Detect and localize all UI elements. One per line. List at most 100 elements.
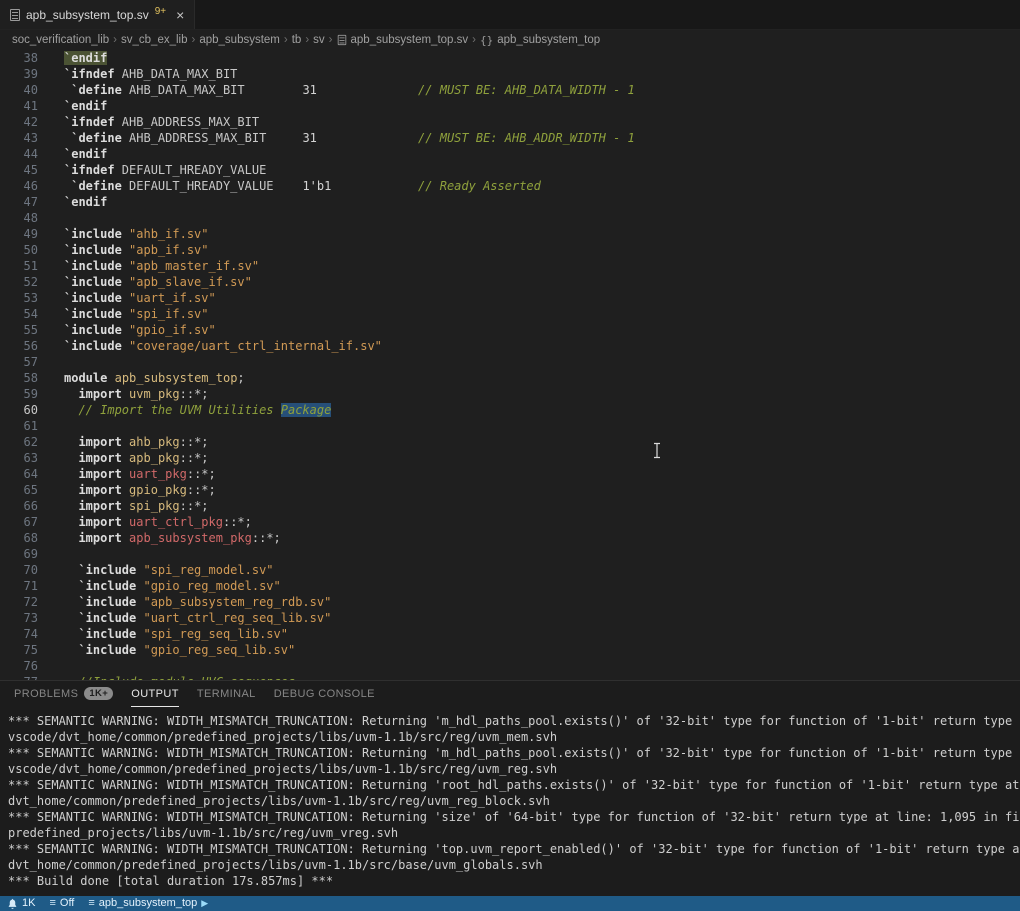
- tab-output[interactable]: OUTPUT: [131, 681, 179, 707]
- code-line[interactable]: 51`include "apb_master_if.sv": [0, 258, 1020, 274]
- code-line[interactable]: 41`endif: [0, 98, 1020, 114]
- line-number: 63: [0, 450, 38, 466]
- code-line[interactable]: 65 import gpio_pkg::*;: [0, 482, 1020, 498]
- code-line[interactable]: 64 import uart_pkg::*;: [0, 466, 1020, 482]
- code-line[interactable]: 49`include "ahb_if.sv": [0, 226, 1020, 242]
- breadcrumb-item[interactable]: sv_cb_ex_lib: [119, 34, 189, 46]
- code-line[interactable]: 68 import apb_subsystem_pkg::*;: [0, 530, 1020, 546]
- status-run-config-label: apb_subsystem_top: [99, 896, 197, 911]
- list-icon: ≡: [88, 896, 94, 911]
- breadcrumb-separator-icon: [303, 34, 311, 46]
- tab-debug-console[interactable]: DEBUG CONSOLE: [274, 681, 375, 707]
- breadcrumb-file-label: apb_subsystem_top.sv: [351, 34, 469, 46]
- breadcrumb-item[interactable]: tb: [290, 34, 304, 46]
- close-icon[interactable]: ×: [176, 8, 184, 22]
- code-line[interactable]: 69: [0, 546, 1020, 562]
- output-log[interactable]: *** SEMANTIC WARNING: WIDTH_MISMATCH_TRU…: [0, 707, 1020, 889]
- code-line[interactable]: 46 `define DEFAULT_HREADY_VALUE 1'b1 // …: [0, 178, 1020, 194]
- breadcrumb-item-symbol[interactable]: {} apb_subsystem_top: [478, 34, 602, 47]
- tab-terminal[interactable]: TERMINAL: [197, 681, 256, 707]
- code-line[interactable]: 61: [0, 418, 1020, 434]
- tab-apb-subsystem-top[interactable]: apb_subsystem_top.sv 9+ ×: [0, 0, 195, 29]
- status-notifications[interactable]: 1K: [0, 896, 42, 911]
- line-number: 45: [0, 162, 38, 178]
- tab-debug-console-label: DEBUG CONSOLE: [274, 688, 375, 700]
- menu-icon: ≡: [49, 896, 55, 911]
- code-line[interactable]: 54`include "spi_if.sv": [0, 306, 1020, 322]
- line-number: 65: [0, 482, 38, 498]
- breadcrumb-separator-icon: [111, 34, 119, 46]
- code-line[interactable]: 59 import uvm_pkg::*;: [0, 386, 1020, 402]
- code-line[interactable]: 44`endif: [0, 146, 1020, 162]
- output-line: *** SEMANTIC WARNING: WIDTH_MISMATCH_TRU…: [8, 777, 1020, 793]
- breadcrumb-item[interactable]: apb_subsystem: [197, 34, 282, 46]
- code-line[interactable]: 45`ifndef DEFAULT_HREADY_VALUE: [0, 162, 1020, 178]
- code-line[interactable]: 72 `include "apb_subsystem_reg_rdb.sv": [0, 594, 1020, 610]
- line-number: 41: [0, 98, 38, 114]
- line-number: 53: [0, 290, 38, 306]
- status-notifications-count: 1K: [22, 896, 35, 911]
- code-line[interactable]: 40 `define AHB_DATA_MAX_BIT 31 // MUST B…: [0, 82, 1020, 98]
- status-build-toggle[interactable]: ≡ Off: [42, 896, 81, 911]
- code-line[interactable]: 73 `include "uart_ctrl_reg_seq_lib.sv": [0, 610, 1020, 626]
- line-number: 72: [0, 594, 38, 610]
- code-line[interactable]: 71 `include "gpio_reg_model.sv": [0, 578, 1020, 594]
- code-line[interactable]: 55`include "gpio_if.sv": [0, 322, 1020, 338]
- code-line[interactable]: 39`ifndef AHB_DATA_MAX_BIT: [0, 66, 1020, 82]
- play-icon: ▶: [201, 896, 208, 911]
- line-number: 62: [0, 434, 38, 450]
- code-line[interactable]: 70 `include "spi_reg_model.sv": [0, 562, 1020, 578]
- line-number: 58: [0, 370, 38, 386]
- code-line[interactable]: 52`include "apb_slave_if.sv": [0, 274, 1020, 290]
- code-line[interactable]: 38`endif: [0, 50, 1020, 66]
- status-run-config[interactable]: ≡ apb_subsystem_top ▶: [81, 896, 215, 911]
- tab-terminal-label: TERMINAL: [197, 688, 256, 700]
- code-line[interactable]: 76: [0, 658, 1020, 674]
- line-number: 57: [0, 354, 38, 370]
- code-line[interactable]: 42`ifndef AHB_ADDRESS_MAX_BIT: [0, 114, 1020, 130]
- code-line[interactable]: 50`include "apb_if.sv": [0, 242, 1020, 258]
- line-number: 46: [0, 178, 38, 194]
- breadcrumb-item[interactable]: sv: [311, 34, 327, 46]
- tab-output-label: OUTPUT: [131, 688, 179, 700]
- code-line[interactable]: 75 `include "gpio_reg_seq_lib.sv": [0, 642, 1020, 658]
- line-number: 40: [0, 82, 38, 98]
- code-line[interactable]: 56`include "coverage/uart_ctrl_internal_…: [0, 338, 1020, 354]
- output-line: vscode/dvt_home/common/predefined_projec…: [8, 729, 1020, 745]
- line-number: 69: [0, 546, 38, 562]
- tab-problems[interactable]: PROBLEMS 1K+: [14, 681, 113, 707]
- code-line[interactable]: 67 import uart_ctrl_pkg::*;: [0, 514, 1020, 530]
- breadcrumb-symbol-label: apb_subsystem_top: [497, 34, 600, 46]
- line-number: 75: [0, 642, 38, 658]
- output-line: *** Build done [total duration 17s.857ms…: [8, 873, 1020, 889]
- output-line: vscode/dvt_home/common/predefined_projec…: [8, 761, 1020, 777]
- status-build-toggle-label: Off: [60, 896, 74, 911]
- line-number: 48: [0, 210, 38, 226]
- code-line[interactable]: 77 //Include module UVC sequences: [0, 674, 1020, 680]
- code-line[interactable]: 62 import ahb_pkg::*;: [0, 434, 1020, 450]
- code-line[interactable]: 48: [0, 210, 1020, 226]
- line-number: 56: [0, 338, 38, 354]
- breadcrumb-item[interactable]: soc_verification_lib: [10, 34, 111, 46]
- code-line[interactable]: 53`include "uart_if.sv": [0, 290, 1020, 306]
- output-line: *** SEMANTIC WARNING: WIDTH_MISMATCH_TRU…: [8, 809, 1020, 825]
- line-number: 61: [0, 418, 38, 434]
- line-number: 55: [0, 322, 38, 338]
- line-number: 74: [0, 626, 38, 642]
- code-line[interactable]: 74 `include "spi_reg_seq_lib.sv": [0, 626, 1020, 642]
- tab-problems-label: PROBLEMS: [14, 688, 78, 700]
- breadcrumb-item-file[interactable]: apb_subsystem_top.sv: [335, 34, 471, 46]
- code-line[interactable]: 47`endif: [0, 194, 1020, 210]
- code-line[interactable]: 66 import spi_pkg::*;: [0, 498, 1020, 514]
- line-number: 71: [0, 578, 38, 594]
- line-number: 47: [0, 194, 38, 210]
- panel-tab-bar: PROBLEMS 1K+ OUTPUT TERMINAL DEBUG CONSO…: [0, 681, 1020, 707]
- code-line[interactable]: 63 import apb_pkg::*;: [0, 450, 1020, 466]
- bell-icon: [7, 898, 18, 910]
- code-editor[interactable]: 38`endif39`ifndef AHB_DATA_MAX_BIT40 `de…: [0, 50, 1020, 680]
- line-number: 68: [0, 530, 38, 546]
- code-line[interactable]: 57: [0, 354, 1020, 370]
- code-line[interactable]: 58module apb_subsystem_top;: [0, 370, 1020, 386]
- code-line[interactable]: 43 `define AHB_ADDRESS_MAX_BIT 31 // MUS…: [0, 130, 1020, 146]
- code-line[interactable]: 60 // Import the UVM Utilities Package: [0, 402, 1020, 418]
